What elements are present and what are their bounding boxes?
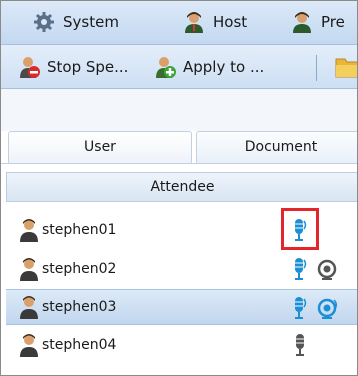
apply-user-icon	[156, 57, 176, 78]
presenter-user-icon	[293, 12, 311, 33]
webcam-active-icon[interactable]	[316, 298, 338, 320]
apply-to-button[interactable]: Apply to ...	[153, 53, 264, 81]
attendee-name: stephen03	[42, 299, 117, 315]
tab-divider	[1, 163, 357, 164]
stop-speaking-button[interactable]: Stop Spe...	[17, 53, 128, 81]
attendee-column-header[interactable]: Attendee	[6, 172, 357, 202]
attendee-avatar-icon	[20, 334, 38, 357]
attendee-row[interactable]: stephen02	[6, 251, 357, 287]
tab-user-label: User	[84, 139, 116, 155]
attendee-header-label: Attendee	[150, 179, 215, 195]
menu-bar: System Host Pre	[1, 1, 357, 45]
stop-speaking-label: Stop Spe...	[47, 58, 129, 76]
toolbar: Stop Spe... Apply to ...	[1, 45, 358, 89]
tab-user[interactable]: User	[8, 131, 192, 163]
attendee-avatar-icon	[20, 296, 38, 319]
highlight-annotation-box	[281, 208, 319, 250]
apply-to-label: Apply to ...	[183, 58, 265, 76]
attendee-name: stephen01	[42, 222, 117, 238]
attendee-name: stephen04	[42, 337, 117, 353]
attendee-avatar-icon	[20, 219, 38, 242]
stop-speaker-icon	[20, 57, 40, 78]
microphone-muted-icon[interactable]	[294, 333, 308, 357]
menu-host[interactable]: Host	[183, 7, 247, 37]
attendee-name: stephen02	[42, 261, 117, 277]
gear-icon	[34, 12, 54, 32]
attendee-row[interactable]: stephen04	[6, 327, 357, 363]
microphone-speaking-icon[interactable]	[293, 257, 307, 281]
microphone-speaking-icon[interactable]	[293, 296, 307, 320]
menu-system-label: System	[63, 13, 119, 31]
tab-strip	[1, 89, 357, 131]
toolbar-separator	[316, 55, 317, 81]
attendee-row-selected[interactable]: stephen03	[6, 289, 357, 325]
app-window: System Host Pre Stop Spe... Apply to ...…	[0, 0, 358, 376]
tab-document-label: Document	[244, 139, 318, 155]
host-user-icon	[185, 12, 203, 33]
tab-document[interactable]: Document	[196, 131, 357, 163]
menu-system[interactable]: System	[33, 7, 119, 37]
folder-icon[interactable]	[335, 56, 358, 78]
webcam-icon[interactable]	[316, 259, 338, 281]
menu-presenter-label: Pre	[321, 13, 345, 31]
attendee-avatar-icon	[20, 258, 38, 281]
menu-host-label: Host	[213, 13, 248, 31]
menu-presenter[interactable]: Pre	[291, 7, 345, 37]
